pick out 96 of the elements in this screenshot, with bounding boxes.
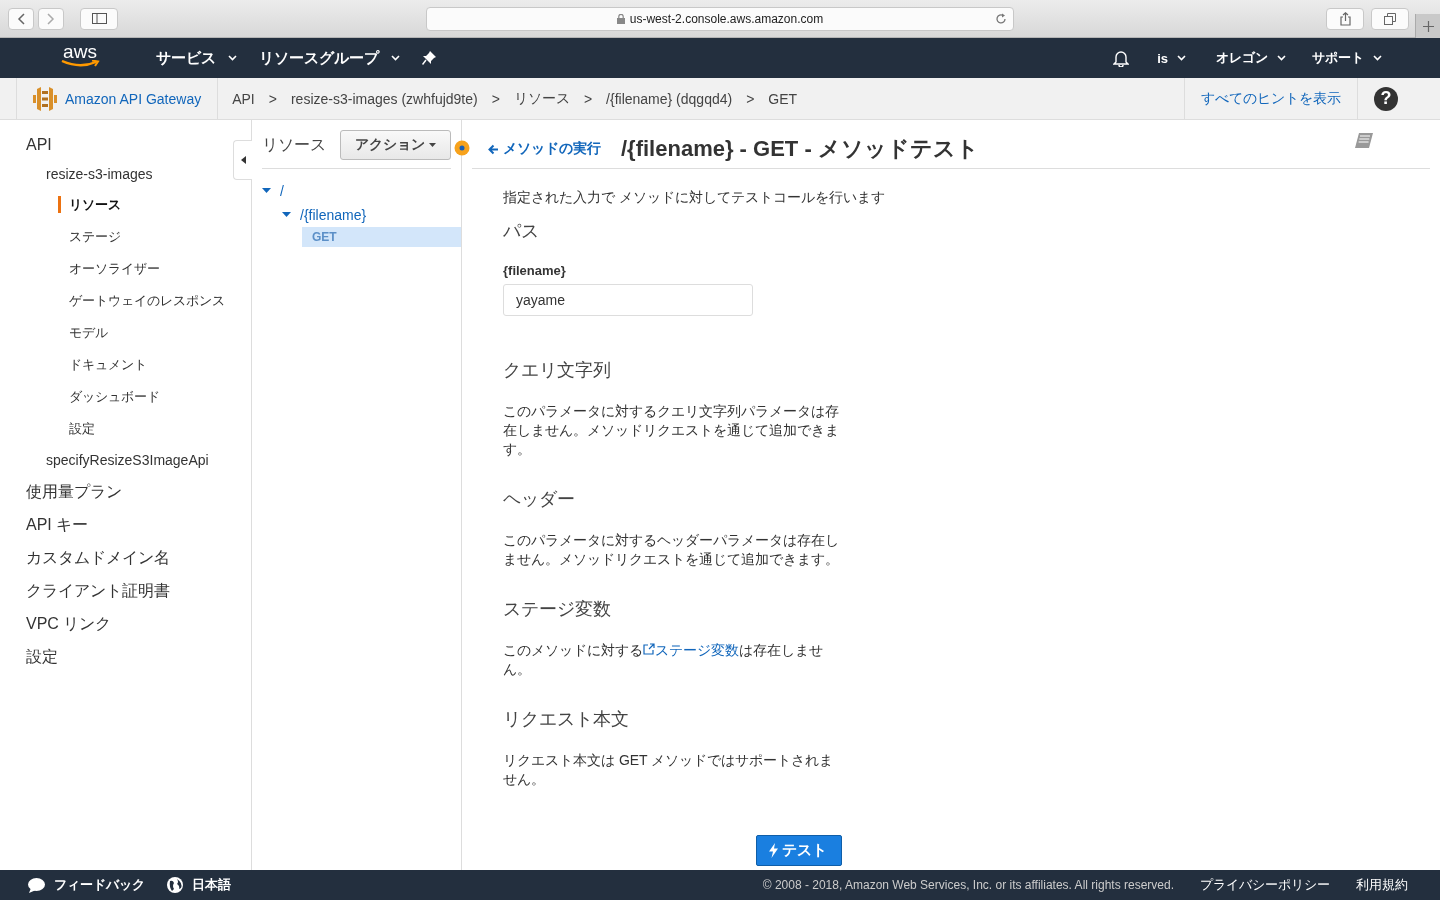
input-field[interactable]: yayame (503, 284, 753, 316)
sidebar-item[interactable]: API (26, 136, 52, 154)
api-gateway-logo-icon (33, 85, 57, 112)
sidebar-item[interactable]: 使用量プラン (26, 482, 122, 503)
section-heading: パス (503, 220, 540, 243)
bell-icon[interactable] (1113, 49, 1130, 67)
account-menu[interactable]: is (1157, 50, 1186, 66)
plus-icon (1422, 20, 1434, 32)
back-link[interactable]: メソッドの実行 (488, 140, 601, 158)
page-title: /{filename} - GET - メソッドテスト (621, 135, 979, 163)
breadcrumb-separator: > (746, 90, 755, 107)
share-icon (1339, 12, 1351, 26)
tree-node[interactable]: /{filename} (282, 203, 461, 227)
url-text: us-west-2.console.aws.amazon.com (629, 12, 824, 26)
panel-title: リソース (262, 134, 326, 155)
forward-icon (47, 12, 55, 25)
address-bar[interactable]: us-west-2.console.aws.amazon.com (426, 7, 1014, 31)
breadcrumb-separator: > (491, 90, 500, 107)
aws-logo[interactable]: aws (60, 44, 100, 72)
globe-icon (167, 877, 183, 893)
terms-link[interactable]: 利用規約 (1356, 876, 1408, 894)
info-text: このパラメータに対するクエリ文字列パラメータは存在しません。メソッドリクエストを通じて追加できます。 (503, 402, 840, 459)
nav-menu[interactable]: サービス (156, 48, 237, 68)
caret-icon (1177, 55, 1186, 61)
section-heading: ステージ変数 (503, 598, 612, 621)
sidebar-item[interactable]: カスタムドメイン名 (26, 548, 170, 569)
sidebar-item[interactable]: ゲートウェイのレスポンス (58, 292, 225, 309)
caret-icon (282, 212, 291, 218)
lightning-icon (769, 843, 778, 858)
test-button[interactable]: テスト (756, 835, 842, 866)
caret-icon (1277, 55, 1286, 61)
breadcrumb-separator: > (268, 90, 277, 107)
sidebar-item[interactable]: モデル (58, 324, 108, 341)
feedback-link[interactable]: フィードバック (28, 876, 145, 894)
sidebar-item[interactable]: ダッシュボード (58, 388, 160, 405)
info-text: このメソッドに対する ステージ変数は存在しません。 (503, 641, 824, 679)
breadcrumb-item[interactable]: リソース (513, 89, 570, 108)
section-heading: ヘッダー (503, 488, 576, 511)
section-heading: リクエスト本文 (503, 708, 630, 731)
collapse-tab[interactable] (233, 140, 252, 180)
sidebar-item[interactable]: ステージ (58, 228, 121, 245)
support-menu[interactable]: サポート (1312, 49, 1382, 67)
field-label: {filename} (503, 263, 567, 278)
tabs-button[interactable] (1371, 8, 1409, 30)
tabs-icon (1384, 13, 1396, 25)
book-icon[interactable] (1354, 132, 1374, 149)
caret-icon (1373, 55, 1382, 61)
back-arrow-icon (488, 143, 499, 155)
actions-button[interactable]: アクション (340, 130, 451, 160)
sidebar-button[interactable] (80, 7, 118, 30)
copyright-text: © 2008 - 2018, Amazon Web Services, Inc. or its affiliates. All rights reserved. (762, 878, 1174, 892)
tree-node[interactable]: / (262, 179, 461, 203)
caret-icon (228, 55, 237, 61)
share-button[interactable] (1326, 8, 1364, 30)
region-menu[interactable]: オレゴン (1216, 49, 1286, 67)
sidebar-item[interactable]: クライアント証明書 (26, 581, 170, 602)
back-button[interactable] (8, 7, 34, 30)
status-dot-icon (454, 140, 470, 156)
info-text: このパラメータに対するヘッダーパラメータは存在しません。メソッドリクエストを通じて追加できます。 (503, 531, 840, 569)
sidebar-item[interactable]: resize-s3-images (46, 166, 153, 182)
sidebar-item[interactable]: ドキュメント (58, 356, 147, 373)
sidebar-icon (91, 13, 107, 24)
speech-bubble-icon (28, 877, 45, 893)
show-hints-link[interactable]: すべてのヒントを表示 (1184, 78, 1358, 119)
section-heading: クエリ文字列 (503, 359, 612, 382)
new-tab-button[interactable] (1415, 14, 1440, 38)
breadcrumb-separator: > (583, 90, 593, 107)
breadcrumb-item[interactable]: API (232, 90, 255, 107)
caret-icon (262, 188, 271, 194)
reload-icon[interactable] (995, 13, 1007, 25)
sidebar-item[interactable]: 設定 (26, 647, 58, 668)
privacy-link[interactable]: プライバシーポリシー (1200, 876, 1330, 894)
sidebar-item[interactable]: オーソライザー (58, 260, 160, 277)
caret-icon (391, 55, 400, 61)
lock-icon (616, 14, 625, 24)
stage-variables-link[interactable]: ステージ変数 (643, 642, 739, 658)
sidebar-item[interactable]: VPC リンク (26, 614, 112, 635)
info-text: リクエスト本文は GET メソッドではサポートされません。 (503, 751, 835, 789)
sidebar-item[interactable]: API キー (26, 515, 89, 536)
back-icon (17, 12, 25, 25)
help-button[interactable]: ? (1374, 86, 1398, 111)
breadcrumb-item[interactable]: resize-s3-images (zwhfujd9te) (290, 90, 478, 107)
sidebar-item[interactable]: specifyResizeS3ImageApi (46, 452, 209, 468)
description-text: 指定された入力で メソッドに対してテストコールを行います (503, 189, 886, 207)
breadcrumb-item: GET (768, 90, 798, 107)
sidebar-item[interactable]: 設定 (58, 420, 95, 437)
caret-icon (429, 143, 436, 147)
external-link-icon (643, 643, 655, 655)
service-link[interactable]: Amazon API Gateway (16, 78, 219, 119)
breadcrumb-item[interactable]: /{filename} (dqgqd4) (606, 90, 733, 107)
smile-arrow-icon (60, 60, 100, 68)
language-selector[interactable]: 日本語 (167, 876, 231, 894)
nav-menu[interactable]: リソースグループ (259, 48, 400, 68)
sidebar-item[interactable]: リソース (58, 196, 121, 213)
collapse-icon (240, 156, 246, 164)
pin-icon[interactable] (422, 51, 436, 65)
